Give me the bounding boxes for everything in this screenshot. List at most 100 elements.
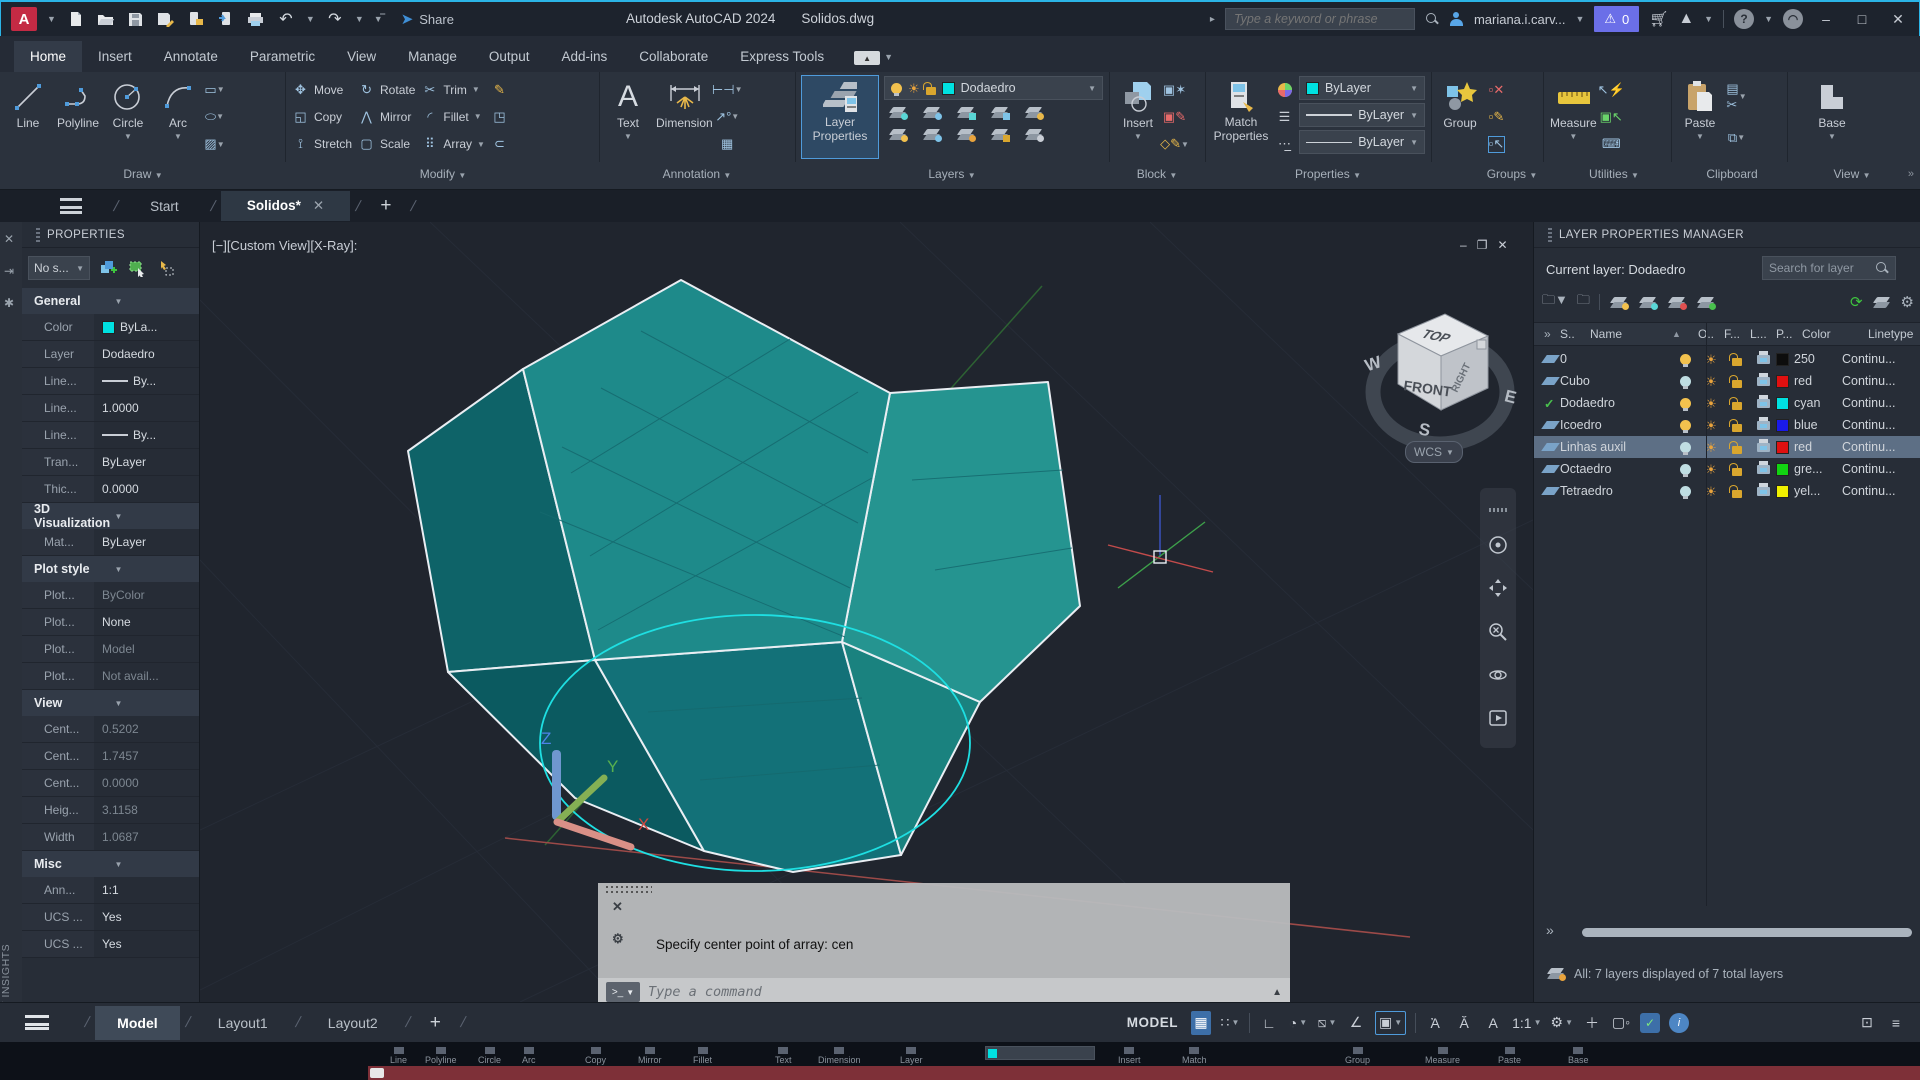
section-header-3d-visualization[interactable]: 3D Visualization▼ (22, 503, 199, 529)
customization-icon[interactable]: ≡ (1886, 1011, 1906, 1035)
property-row[interactable]: Plot...Not avail... (22, 663, 199, 690)
command-prompt-icon[interactable]: >_▼ (606, 982, 640, 1002)
tab-start[interactable]: Start (124, 192, 205, 221)
polar-tracking-icon[interactable]: ◔▼ (1288, 1011, 1308, 1035)
command-close-icon[interactable]: ✕ (612, 899, 624, 915)
autodesk-logo-icon[interactable]: ▲ (1678, 10, 1694, 28)
table-icon[interactable]: ▦ (719, 136, 736, 153)
group-edit-icon[interactable]: ▫✎ (1488, 108, 1505, 125)
layer-color-swatch[interactable] (1776, 463, 1789, 476)
measure-button[interactable]: Measure▼ (1550, 76, 1597, 158)
arc-button[interactable]: Arc▼ (156, 76, 200, 158)
isolate-objects-icon[interactable]: ▢◦ (1611, 1011, 1631, 1035)
dynamic-input-icon[interactable]: ▣▼ (1375, 1011, 1406, 1035)
layer-lock-icon[interactable] (1732, 358, 1742, 366)
layer-on-icon[interactable] (1680, 486, 1691, 497)
panel-label-utilities[interactable]: Utilities ▼ (1589, 167, 1639, 181)
palette-settings-icon[interactable]: ✱ (4, 296, 14, 310)
layer-linetype[interactable]: Continu... (1842, 462, 1920, 476)
layer-color-swatch[interactable] (1776, 353, 1789, 366)
refresh-icon[interactable]: ⟳ (1850, 293, 1863, 311)
tab-close-icon[interactable]: ✕ (313, 198, 324, 213)
new-layer-vp-icon[interactable] (1638, 295, 1658, 310)
layer-lock-icon[interactable] (1732, 402, 1742, 410)
layer-user-icon[interactable] (1024, 105, 1044, 120)
create-block-icon[interactable]: ▣✶ (1166, 81, 1183, 98)
collapse-chevron-icon[interactable]: » (1534, 327, 1560, 341)
layer-lock-icon[interactable] (990, 105, 1010, 120)
panel-label-block[interactable]: Block ▼ (1137, 167, 1178, 181)
copy-button[interactable]: ◱Copy (292, 104, 352, 130)
pan-icon[interactable] (1488, 578, 1508, 598)
property-row[interactable]: Thic...0.0000 (22, 476, 199, 503)
selection-dropdown[interactable]: No s...▼ (28, 256, 90, 280)
new-group-filter-icon[interactable]: 🗀 (1577, 291, 1590, 313)
layer-delete-icon[interactable] (1024, 127, 1044, 142)
property-row[interactable]: Width1.0687 (22, 824, 199, 851)
undo-icon[interactable]: ↶ (276, 10, 296, 28)
panel-label-layers[interactable]: Layers ▼ (928, 167, 975, 181)
user-name[interactable]: mariana.i.carv... (1474, 12, 1566, 27)
rotate-button[interactable]: ↻Rotate (358, 77, 415, 103)
layer-search-input[interactable]: Search for layer (1762, 256, 1896, 280)
object-color-dropdown[interactable]: ByLayer▼ (1299, 76, 1425, 100)
property-row[interactable]: UCS ...Yes (22, 904, 199, 931)
navbar-grip[interactable] (1489, 508, 1507, 512)
trim-button[interactable]: ✂Trim▼ (421, 77, 485, 103)
bottom-chevron-icon[interactable]: » (1546, 922, 1554, 938)
ribbon-toggle-caret-icon[interactable]: ▼ (884, 52, 893, 62)
scale-value[interactable]: 1:1▼ (1512, 1011, 1541, 1035)
feedback-icon[interactable]: ◠ (1783, 9, 1803, 29)
autodesk-menu-caret-icon[interactable]: ▼ (1704, 14, 1713, 24)
layer-lock-icon[interactable] (1732, 468, 1742, 476)
panel-label-groups[interactable]: Groups ▼ (1487, 167, 1538, 181)
layer-off-icon[interactable] (888, 127, 908, 142)
autocad-logo[interactable]: A (11, 7, 37, 31)
orbit-icon[interactable] (1488, 665, 1508, 685)
layer-plot-icon[interactable] (1757, 355, 1770, 364)
layer-unlock-all-icon[interactable] (990, 127, 1010, 142)
property-row[interactable]: Plot...ByColor (22, 582, 199, 609)
property-row[interactable]: Cent...0.5202 (22, 716, 199, 743)
ribbon-tab-output[interactable]: Output (473, 41, 546, 72)
layer-dropdown[interactable]: ☀ Dodaedro ▼ (884, 76, 1103, 100)
layer-row-linhas-auxil[interactable]: Linhas auxil☀redContinu... (1534, 436, 1920, 458)
autoscale-icon[interactable]: Ӑ (1454, 1011, 1474, 1035)
explode-icon[interactable]: ◳ (491, 108, 508, 125)
property-row[interactable]: ColorByLa... (22, 314, 199, 341)
maximize-button[interactable]: □ (1849, 11, 1875, 27)
snap-mode-icon[interactable]: ∷▼ (1220, 1011, 1240, 1035)
layer-color-swatch[interactable] (1776, 375, 1789, 388)
layer-lock-icon[interactable] (1732, 490, 1742, 498)
paste-button[interactable]: Paste▼ (1678, 76, 1722, 158)
viewport-controls-label[interactable]: [−][Custom View][X-Ray]: (212, 238, 357, 253)
ungroup-icon[interactable]: ▫✕ (1488, 81, 1505, 98)
ribbon-tab-parametric[interactable]: Parametric (234, 41, 331, 72)
ribbon-tab-annotate[interactable]: Annotate (148, 41, 234, 72)
open-from-web-icon[interactable] (186, 10, 206, 28)
ribbon-tab-add-ins[interactable]: Add-ins (545, 41, 623, 72)
layer-plot-icon[interactable] (1757, 399, 1770, 408)
annotation-visibility-icon[interactable]: Ἀ (1425, 1011, 1445, 1035)
property-row[interactable]: Cent...1.7457 (22, 743, 199, 770)
layer-on-icon[interactable] (1680, 354, 1691, 365)
scale-button[interactable]: ▢Scale (358, 131, 415, 157)
file-tabs-menu-icon[interactable] (60, 198, 82, 214)
delete-layer-icon[interactable] (1667, 295, 1687, 310)
ribbon-overflow-icon[interactable]: » (1908, 168, 1914, 180)
panel-label-annotation[interactable]: Annotation ▼ (663, 167, 732, 181)
ribbon-tab-manage[interactable]: Manage (392, 41, 473, 72)
undo-caret-icon[interactable]: ▼ (306, 14, 315, 24)
annotation-scale-icon[interactable]: A (1483, 1011, 1503, 1035)
app-menu-caret-icon[interactable]: ▼ (47, 14, 56, 24)
layer-linetype[interactable]: Continu... (1842, 418, 1920, 432)
layer-color-swatch[interactable] (1776, 419, 1789, 432)
ribbon-tab-view[interactable]: View (331, 41, 392, 72)
ribbon-display-toggle[interactable]: ▲ (854, 51, 880, 65)
layer-plot-icon[interactable] (1757, 465, 1770, 474)
move-button[interactable]: ✥Move (292, 77, 352, 103)
set-current-layer-icon[interactable] (1696, 295, 1716, 310)
object-snap-tracking-icon[interactable]: ∠ (1346, 1011, 1366, 1035)
select-objects-icon[interactable] (126, 258, 148, 278)
minimize-button[interactable]: – (1813, 11, 1839, 27)
